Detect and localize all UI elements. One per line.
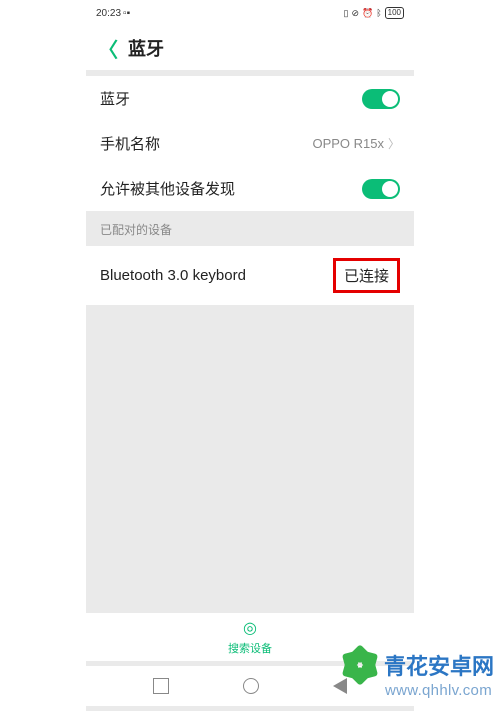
- bluetooth-status-icon: ᛒ: [376, 8, 381, 18]
- watermark-url: www.qhhlv.com: [385, 682, 492, 699]
- search-devices-label: 搜索设备: [228, 640, 272, 656]
- vibrate-icon: ▯: [344, 8, 349, 19]
- discoverable-row[interactable]: 允许被其他设备发现: [86, 166, 414, 211]
- status-bar: 20:23 ▫︎▪︎ ▯ ⊘ ⏰ ᛒ 100: [86, 0, 414, 26]
- paired-device-row[interactable]: Bluetooth 3.0 keybord 已连接: [86, 246, 414, 305]
- discoverable-toggle[interactable]: [362, 179, 400, 199]
- phone-frame: 20:23 ▫︎▪︎ ▯ ⊘ ⏰ ᛒ 100 〈 蓝牙 蓝牙 手机名称: [86, 0, 414, 711]
- discoverable-label: 允许被其他设备发现: [100, 178, 362, 199]
- phone-name-row[interactable]: 手机名称 OPPO R15x 〉: [86, 121, 414, 166]
- bluetooth-toggle-row[interactable]: 蓝牙: [86, 76, 414, 121]
- chevron-right-icon: 〉: [388, 135, 400, 152]
- empty-device-area: [86, 305, 414, 613]
- watermark-brand: 青花安卓网: [342, 647, 494, 683]
- page-title: 蓝牙: [128, 35, 164, 61]
- phone-name-label: 手机名称: [100, 133, 312, 154]
- bluetooth-settings-section: 蓝牙 手机名称 OPPO R15x 〉 允许被其他设备发现: [86, 76, 414, 211]
- watermark-brand-text: 青花安卓网: [384, 649, 494, 681]
- connection-status-badge: 已连接: [333, 258, 400, 293]
- dnd-icon: ⊘: [351, 8, 359, 19]
- paired-device-name: Bluetooth 3.0 keybord: [100, 267, 246, 284]
- flower-icon: [342, 647, 378, 683]
- back-button[interactable]: 〈: [98, 34, 118, 63]
- battery-icon: 100: [385, 7, 404, 19]
- signal-icon: ▫︎▪︎: [123, 8, 130, 19]
- alarm-icon: ⏰: [362, 8, 373, 19]
- bluetooth-label: 蓝牙: [100, 88, 362, 109]
- status-time: 20:23: [96, 8, 121, 19]
- paired-section-header: 已配对的设备: [86, 211, 414, 246]
- search-target-icon: ◎: [243, 618, 257, 638]
- home-button[interactable]: [243, 678, 259, 694]
- bluetooth-toggle[interactable]: [362, 89, 400, 109]
- phone-name-value: OPPO R15x: [312, 136, 384, 151]
- recents-button[interactable]: [153, 678, 169, 694]
- page-header: 〈 蓝牙: [86, 26, 414, 70]
